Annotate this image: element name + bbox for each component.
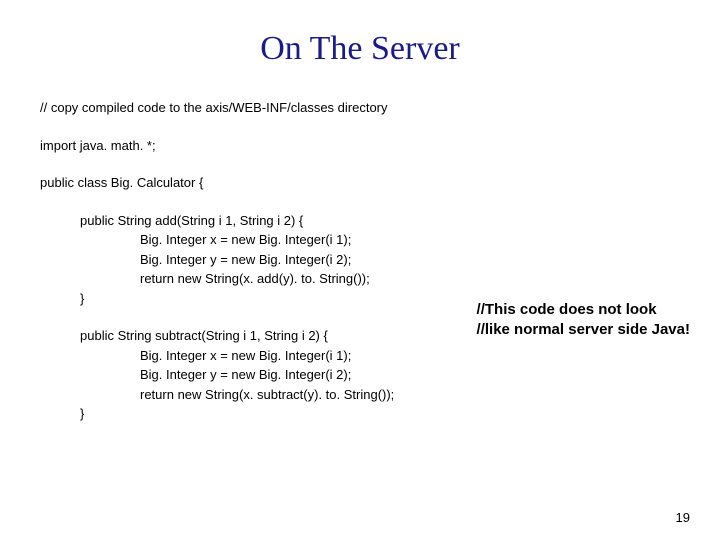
method-subtract-line: Big. Integer y = new Big. Integer(i 2);	[40, 365, 680, 385]
blank-line	[40, 118, 680, 136]
method-subtract-close: }	[40, 404, 680, 424]
blank-line	[40, 193, 680, 211]
method-add-line: Big. Integer x = new Big. Integer(i 1);	[40, 230, 680, 250]
method-add-line: Big. Integer y = new Big. Integer(i 2);	[40, 250, 680, 270]
code-comment: // copy compiled code to the axis/WEB-IN…	[40, 98, 680, 118]
code-class-decl: public class Big. Calculator {	[40, 173, 680, 193]
annotation-line: //This code does not look	[477, 300, 690, 320]
slide-container: On The Server // copy compiled code to t…	[0, 0, 720, 540]
method-add-sig: public String add(String i 1, String i 2…	[40, 211, 680, 231]
annotation-line: //like normal server side Java!	[477, 320, 690, 340]
side-annotation: //This code does not look //like normal …	[477, 300, 690, 339]
method-subtract-line: return new String(x. subtract(y). to. St…	[40, 385, 680, 405]
method-add-line: return new String(x. add(y). to. String(…	[40, 269, 680, 289]
method-subtract-line: Big. Integer x = new Big. Integer(i 1);	[40, 346, 680, 366]
slide-title: On The Server	[40, 30, 680, 68]
code-import: import java. math. *;	[40, 136, 680, 156]
page-number: 19	[676, 510, 690, 525]
code-block: // copy compiled code to the axis/WEB-IN…	[40, 98, 680, 424]
blank-line	[40, 155, 680, 173]
